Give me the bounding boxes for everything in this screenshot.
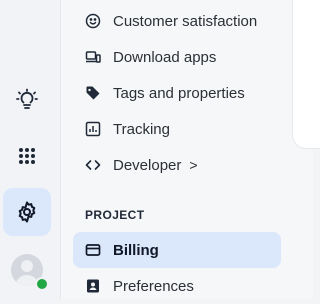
apps-grid-icon bbox=[19, 148, 35, 164]
settings-nav: Customer satisfaction Download apps Tags… bbox=[60, 0, 313, 299]
code-icon bbox=[85, 157, 101, 173]
nav-item-developer[interactable]: Developer > bbox=[73, 147, 281, 183]
nav-item-label: Tracking bbox=[113, 120, 170, 138]
rail-button-settings[interactable] bbox=[3, 188, 51, 236]
smiley-icon bbox=[85, 13, 101, 29]
nav-item-label: Tags and properties bbox=[113, 84, 245, 102]
rail-button-ideas[interactable] bbox=[3, 76, 51, 124]
online-status-indicator bbox=[35, 277, 49, 291]
nav-item-label: Billing bbox=[113, 241, 159, 259]
chart-icon bbox=[85, 121, 101, 137]
rail-button-apps[interactable] bbox=[3, 132, 51, 180]
lightbulb-icon bbox=[16, 88, 38, 109]
credit-card-icon bbox=[85, 242, 101, 258]
icon-rail bbox=[0, 0, 60, 299]
nav-item-label: Preferences bbox=[113, 277, 194, 295]
section-label-project: PROJECT bbox=[85, 208, 145, 222]
nav-item-label: Download apps bbox=[113, 48, 217, 66]
nav-item-customer-satisfaction[interactable]: Customer satisfaction bbox=[73, 3, 281, 39]
nav-item-label: Customer satisfaction bbox=[113, 12, 258, 30]
nav-item-billing[interactable]: Billing bbox=[73, 232, 281, 268]
nav-item-download-apps[interactable]: Download apps bbox=[73, 39, 281, 75]
content-panel-edge bbox=[292, 0, 320, 149]
profile-card-icon bbox=[85, 278, 101, 294]
nav-item-tracking[interactable]: Tracking bbox=[73, 111, 281, 147]
tag-icon bbox=[85, 85, 101, 101]
chevron-right-icon: > bbox=[189, 157, 198, 173]
nav-item-tags-and-properties[interactable]: Tags and properties bbox=[73, 75, 281, 111]
gear-icon bbox=[18, 201, 36, 223]
devices-icon bbox=[85, 49, 101, 65]
nav-item-label: Developer bbox=[113, 156, 182, 174]
